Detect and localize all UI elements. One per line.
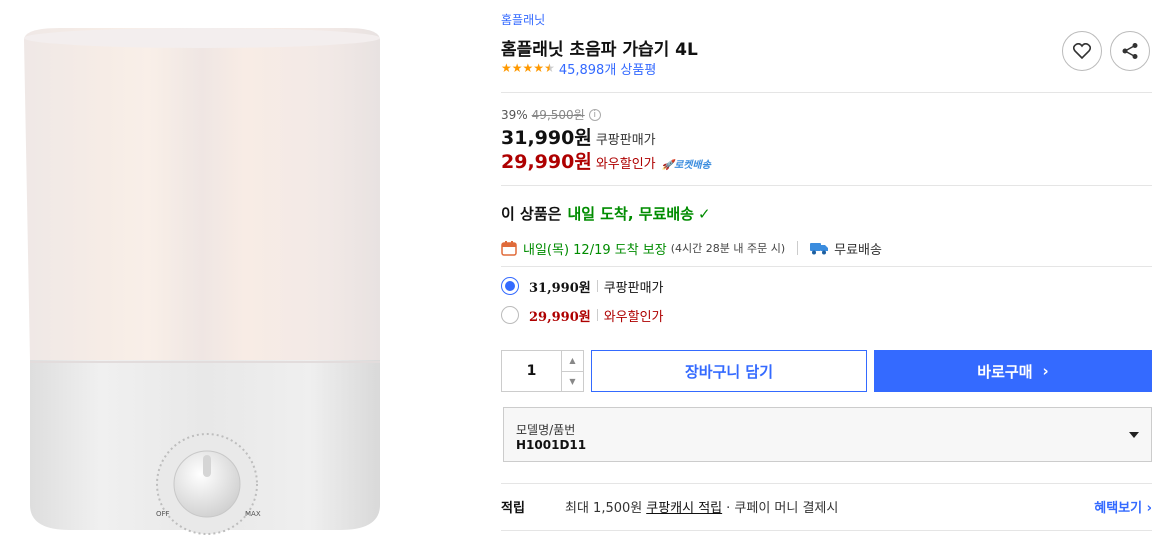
quantity-input[interactable]: 1	[502, 351, 562, 391]
star-icon: ★	[501, 61, 512, 75]
option-label: 와우할인가	[603, 309, 664, 325]
radio-selected[interactable]	[501, 277, 519, 295]
star-icon: ★	[511, 61, 523, 75]
view-benefits-label: 혜택보기	[1094, 500, 1143, 516]
price-option-coupang[interactable]: 31,990원 쿠팡판매가	[501, 275, 664, 297]
rocket-badge-label: 로켓배송	[674, 160, 711, 171]
star-icon: ★	[522, 61, 534, 75]
product-image[interactable]: OFF MAX	[0, 0, 470, 552]
model-select-value: H1001D11	[516, 438, 587, 452]
delivery-highlight: 내일 도착, 무료배송	[567, 205, 694, 223]
wow-price: 29,990원	[501, 151, 592, 173]
option-price: 29,990원	[529, 309, 591, 325]
truck-icon	[810, 243, 829, 255]
divider	[596, 280, 598, 292]
caret-down-icon	[1129, 432, 1139, 438]
dial-max-label: MAX	[245, 510, 261, 518]
divider	[501, 185, 1152, 186]
model-select-label: 모델명/품번	[516, 423, 576, 437]
divider	[501, 483, 1152, 484]
divider	[501, 92, 1152, 93]
discount-row: 39% 49,500원 i	[501, 106, 601, 123]
share-icon	[1122, 43, 1138, 59]
coupang-price: 31,990원	[501, 127, 592, 149]
discount-rate: 39%	[501, 107, 528, 122]
radio-unselected[interactable]	[501, 306, 519, 324]
option-price: 31,990원	[529, 280, 591, 296]
divider	[596, 309, 598, 321]
product-info: 홈플래닛 홈플래닛 초음파 가습기 4L ★ ★ ★ ★ ★ 45,898개 상…	[501, 0, 1152, 552]
points-label: 적립	[501, 500, 525, 516]
info-icon[interactable]: i	[588, 108, 601, 121]
rating-stars: ★ ★ ★ ★ ★	[501, 61, 555, 75]
share-button[interactable]	[1110, 31, 1150, 71]
coupang-cash-link[interactable]: 쿠팡캐시 적립	[646, 497, 722, 516]
view-benefits-link[interactable]: 혜택보기 ›	[1094, 497, 1152, 516]
option-label: 쿠팡판매가	[603, 280, 664, 296]
buy-now-button[interactable]: 바로구매 ›	[874, 350, 1152, 392]
divider	[501, 266, 1152, 267]
points-amount: 최대 1,500원	[565, 500, 643, 516]
wow-price-label: 와우할인가	[595, 157, 656, 172]
heart-icon	[1073, 43, 1091, 59]
add-to-cart-button[interactable]: 장바구니 담기	[591, 350, 867, 392]
delivery-headline: 이 상품은 내일 도착, 무료배송 ✓	[501, 203, 711, 224]
brand-link[interactable]: 홈플래닛	[501, 11, 545, 28]
product-title: 홈플래닛 초음파 가습기 4L	[501, 40, 698, 60]
delivery-prefix: 이 상품은	[501, 205, 562, 223]
wow-price-row: 29,990원 와우할인가 🚀로켓배송	[501, 147, 711, 174]
dial-off-label: OFF	[156, 510, 170, 518]
humidifier-illustration: OFF MAX	[24, 28, 380, 535]
model-select[interactable]: 모델명/품번 H1001D11	[503, 407, 1152, 462]
coupang-price-row: 31,990원 쿠팡판매가	[501, 123, 656, 150]
free-shipping: 무료배송	[834, 242, 882, 258]
quantity-increase-button[interactable]: ▲	[562, 351, 583, 372]
delivery-detail: 내일(목) 12/19 도착 보장 (4시간 28분 내 주문 시) 무료배송	[501, 237, 882, 259]
delivery-date: 내일(목) 12/19 도착 보장	[523, 242, 667, 258]
coupang-price-label: 쿠팡판매가	[595, 133, 656, 148]
buy-now-label: 바로구매	[977, 362, 1033, 381]
quantity-decrease-button[interactable]: ▼	[562, 372, 583, 392]
points-row: 적립 최대 1,500원 쿠팡캐시 적립 · 쿠페이 머니 결제시 혜택보기 ›	[501, 496, 1152, 516]
original-price: 49,500원	[531, 108, 585, 122]
chevron-right-icon: ›	[1042, 362, 1049, 380]
calendar-icon	[501, 241, 517, 256]
rating-row[interactable]: ★ ★ ★ ★ ★ 45,898개 상품평	[501, 59, 656, 78]
star-icon: ★	[533, 61, 545, 75]
divider	[501, 530, 1152, 531]
quantity-stepper[interactable]: 1 ▲ ▼	[501, 350, 584, 392]
divider	[797, 241, 799, 255]
wishlist-button[interactable]	[1062, 31, 1102, 71]
delivery-note: (4시간 28분 내 주문 시)	[670, 242, 786, 255]
check-icon: ✓	[697, 204, 711, 223]
points-condition: · 쿠페이 머니 결제시	[726, 500, 839, 516]
rocket-delivery-badge: 🚀로켓배송	[661, 160, 711, 171]
price-option-wow[interactable]: 29,990원 와우할인가	[501, 304, 664, 326]
review-count[interactable]: 45,898개 상품평	[559, 59, 656, 78]
half-star-icon: ★	[544, 61, 555, 75]
